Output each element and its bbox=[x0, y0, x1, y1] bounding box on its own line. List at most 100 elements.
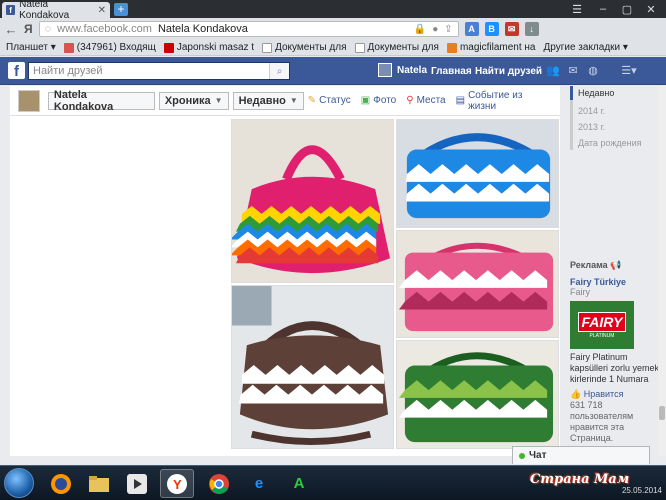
photo-rainbow-bag[interactable] bbox=[231, 119, 394, 283]
browser-tab[interactable]: f Natela Kondakova ✕ bbox=[2, 0, 110, 21]
address-bar-row: ← Я ◌ www.facebook.com Natela Kondakova … bbox=[0, 18, 666, 40]
bookmark-item[interactable]: Документы для bbox=[262, 42, 347, 53]
bookmark-item[interactable]: magicfilament на bbox=[446, 42, 536, 53]
minimize-icon[interactable]: – bbox=[592, 0, 614, 18]
year-recent[interactable]: Недавно bbox=[570, 86, 666, 100]
app-a-icon[interactable]: A bbox=[282, 469, 316, 498]
document-icon bbox=[262, 42, 273, 53]
profile-name-button[interactable]: Natela Kondakova bbox=[47, 89, 155, 113]
bookmark-item[interactable]: Документы для bbox=[354, 42, 439, 53]
recent-dropdown[interactable]: Недавно ▼ bbox=[232, 91, 304, 110]
close-tab-icon[interactable]: ✕ bbox=[98, 5, 106, 16]
right-rail: Недавно 2014 г. 2013 г. Дата рождения Ре… bbox=[570, 86, 666, 456]
life-event-icon: ▤ bbox=[455, 95, 466, 106]
ad-subtitle: Fairy bbox=[570, 287, 590, 297]
watermark-logo: Страна Мам bbox=[530, 472, 630, 487]
timeline-header: Natela Kondakova Хроника ▼ Недавно ▼ ✎ Стат… bbox=[10, 86, 560, 116]
facebook-favicon-icon: f bbox=[6, 5, 16, 15]
yandex-browser-icon[interactable]: Y bbox=[160, 469, 194, 498]
facebook-top-bar: f Найти друзей ⌕ Natela Главная Найти др… bbox=[0, 57, 666, 85]
folder-icon[interactable] bbox=[82, 469, 116, 498]
facebook-search-input[interactable]: Найти друзей ⌕ bbox=[28, 62, 290, 80]
place-action[interactable]: ⚲ Места bbox=[406, 90, 445, 112]
fairy-logo: FAIRY bbox=[577, 311, 627, 332]
close-window-icon[interactable]: ✕ bbox=[640, 0, 662, 18]
internet-explorer-icon[interactable]: e bbox=[242, 469, 276, 498]
translate-extension-icon[interactable]: A bbox=[464, 22, 479, 36]
ad-title[interactable]: Fairy Türkiye bbox=[570, 277, 666, 287]
other-bookmarks[interactable]: Другие закладки ▾ bbox=[544, 42, 628, 53]
start-button[interactable] bbox=[4, 468, 34, 498]
ad-text: Fairy Platinum kapsülleri zorlu yemek ki… bbox=[570, 352, 660, 384]
share-icon[interactable]: ⇪ bbox=[444, 24, 452, 35]
megaphone-icon: 📢 bbox=[610, 260, 622, 270]
year-2013[interactable]: 2013 г. bbox=[578, 120, 666, 134]
photo-collage bbox=[231, 119, 561, 449]
place-icon: ⚲ bbox=[406, 95, 414, 106]
profile-link[interactable]: Natela bbox=[378, 63, 427, 77]
photo-action[interactable]: ▣ Фото bbox=[361, 90, 396, 112]
chevron-down-icon: ▼ bbox=[214, 96, 223, 105]
year-birth[interactable]: Дата рождения bbox=[578, 136, 666, 150]
photo-green-bag[interactable] bbox=[396, 340, 559, 449]
home-link[interactable]: Главная bbox=[431, 66, 472, 77]
chrome-icon[interactable] bbox=[202, 469, 236, 498]
photo-pink-bag[interactable] bbox=[396, 230, 559, 338]
yandex-icon[interactable]: Я bbox=[24, 22, 33, 36]
chevron-down-icon: ▼ bbox=[289, 96, 298, 105]
menu-icon[interactable]: ☰ bbox=[566, 0, 588, 18]
chat-tab[interactable]: Чат bbox=[512, 446, 650, 464]
mail-icon bbox=[63, 42, 74, 53]
notifications-icon[interactable]: ◍ bbox=[586, 64, 600, 77]
bulb-icon[interactable]: ● bbox=[432, 24, 438, 35]
download-extension-icon[interactable]: ↓ bbox=[524, 22, 539, 36]
messages-icon[interactable]: ✉ bbox=[566, 64, 580, 77]
status-icon: ✎ bbox=[307, 95, 317, 106]
bookmarks-bar: Планшет ▾ (347961) Входящ Japonski masaz… bbox=[0, 40, 666, 56]
ad-image[interactable]: FAIRY PLATINUM bbox=[570, 301, 634, 349]
friend-requests-icon[interactable]: 👥 bbox=[546, 64, 560, 77]
firefox-icon[interactable] bbox=[44, 469, 78, 498]
photo-blue-bag[interactable] bbox=[396, 119, 559, 228]
user-name: Natela bbox=[397, 64, 428, 76]
thumbs-up-icon: 👍 bbox=[570, 389, 582, 399]
bookmark-item[interactable]: Japonski masaz t bbox=[163, 42, 254, 53]
magicfilament-icon bbox=[446, 42, 457, 53]
lock-icon[interactable]: 🔒 bbox=[414, 24, 426, 35]
maximize-icon[interactable]: ▢ bbox=[616, 0, 638, 18]
chronicle-dropdown[interactable]: Хроника ▼ bbox=[158, 91, 229, 110]
url-field[interactable]: ◌ www.facebook.com Natela Kondakova 🔒 ● … bbox=[38, 21, 459, 37]
status-action[interactable]: ✎ Статус bbox=[308, 90, 351, 112]
scroll-thumb[interactable] bbox=[659, 406, 665, 420]
document-icon bbox=[354, 42, 365, 53]
photo-icon: ▣ bbox=[360, 95, 371, 106]
ad-header: Реклама 📢 bbox=[570, 260, 622, 270]
media-player-icon[interactable] bbox=[120, 469, 154, 498]
life-event-action[interactable]: ▤ Событие из жизни bbox=[456, 90, 552, 112]
mail-extension-icon[interactable]: ✉ bbox=[504, 22, 519, 36]
vk-extension-icon[interactable]: B bbox=[484, 22, 499, 36]
browser-tab-bar: f Natela Kondakova ✕ + ☰ – ▢ ✕ bbox=[0, 0, 666, 21]
ad-like-count: 631 718 пользователям нравится эта Стран… bbox=[570, 400, 634, 443]
svg-text:Y: Y bbox=[173, 477, 182, 492]
bookmark-item[interactable]: (347961) Входящ bbox=[63, 42, 156, 53]
sponsored-ad: Реклама 📢 Fairy Türkiye Fairy FAIRY PLAT… bbox=[570, 260, 666, 444]
bookmark-item[interactable]: Планшет ▾ bbox=[6, 42, 56, 53]
page-scrollbar[interactable] bbox=[658, 86, 666, 456]
search-icon[interactable]: ⌕ bbox=[269, 63, 289, 79]
year-2014[interactable]: 2014 г. bbox=[578, 104, 666, 118]
url-host: www.facebook.com bbox=[57, 23, 152, 35]
avatar bbox=[378, 63, 392, 77]
profile-avatar[interactable] bbox=[18, 89, 40, 112]
timeline-content bbox=[10, 116, 560, 456]
url-page-title: Natela Kondakova bbox=[157, 23, 248, 35]
settings-menu-icon[interactable]: ☰▾ bbox=[618, 64, 640, 77]
new-tab-button[interactable]: + bbox=[114, 3, 128, 16]
back-arrow-icon[interactable]: ← bbox=[4, 22, 18, 37]
facebook-logo-icon[interactable]: f bbox=[8, 62, 25, 80]
taskbar-date: 25.05.2014 bbox=[621, 486, 662, 495]
globe-icon: ◌ bbox=[44, 23, 52, 35]
photo-brown-bag[interactable] bbox=[231, 285, 394, 449]
ad-like-button[interactable]: 👍 Нравится bbox=[570, 389, 666, 400]
find-friends-link[interactable]: Найти друзей bbox=[475, 66, 542, 77]
